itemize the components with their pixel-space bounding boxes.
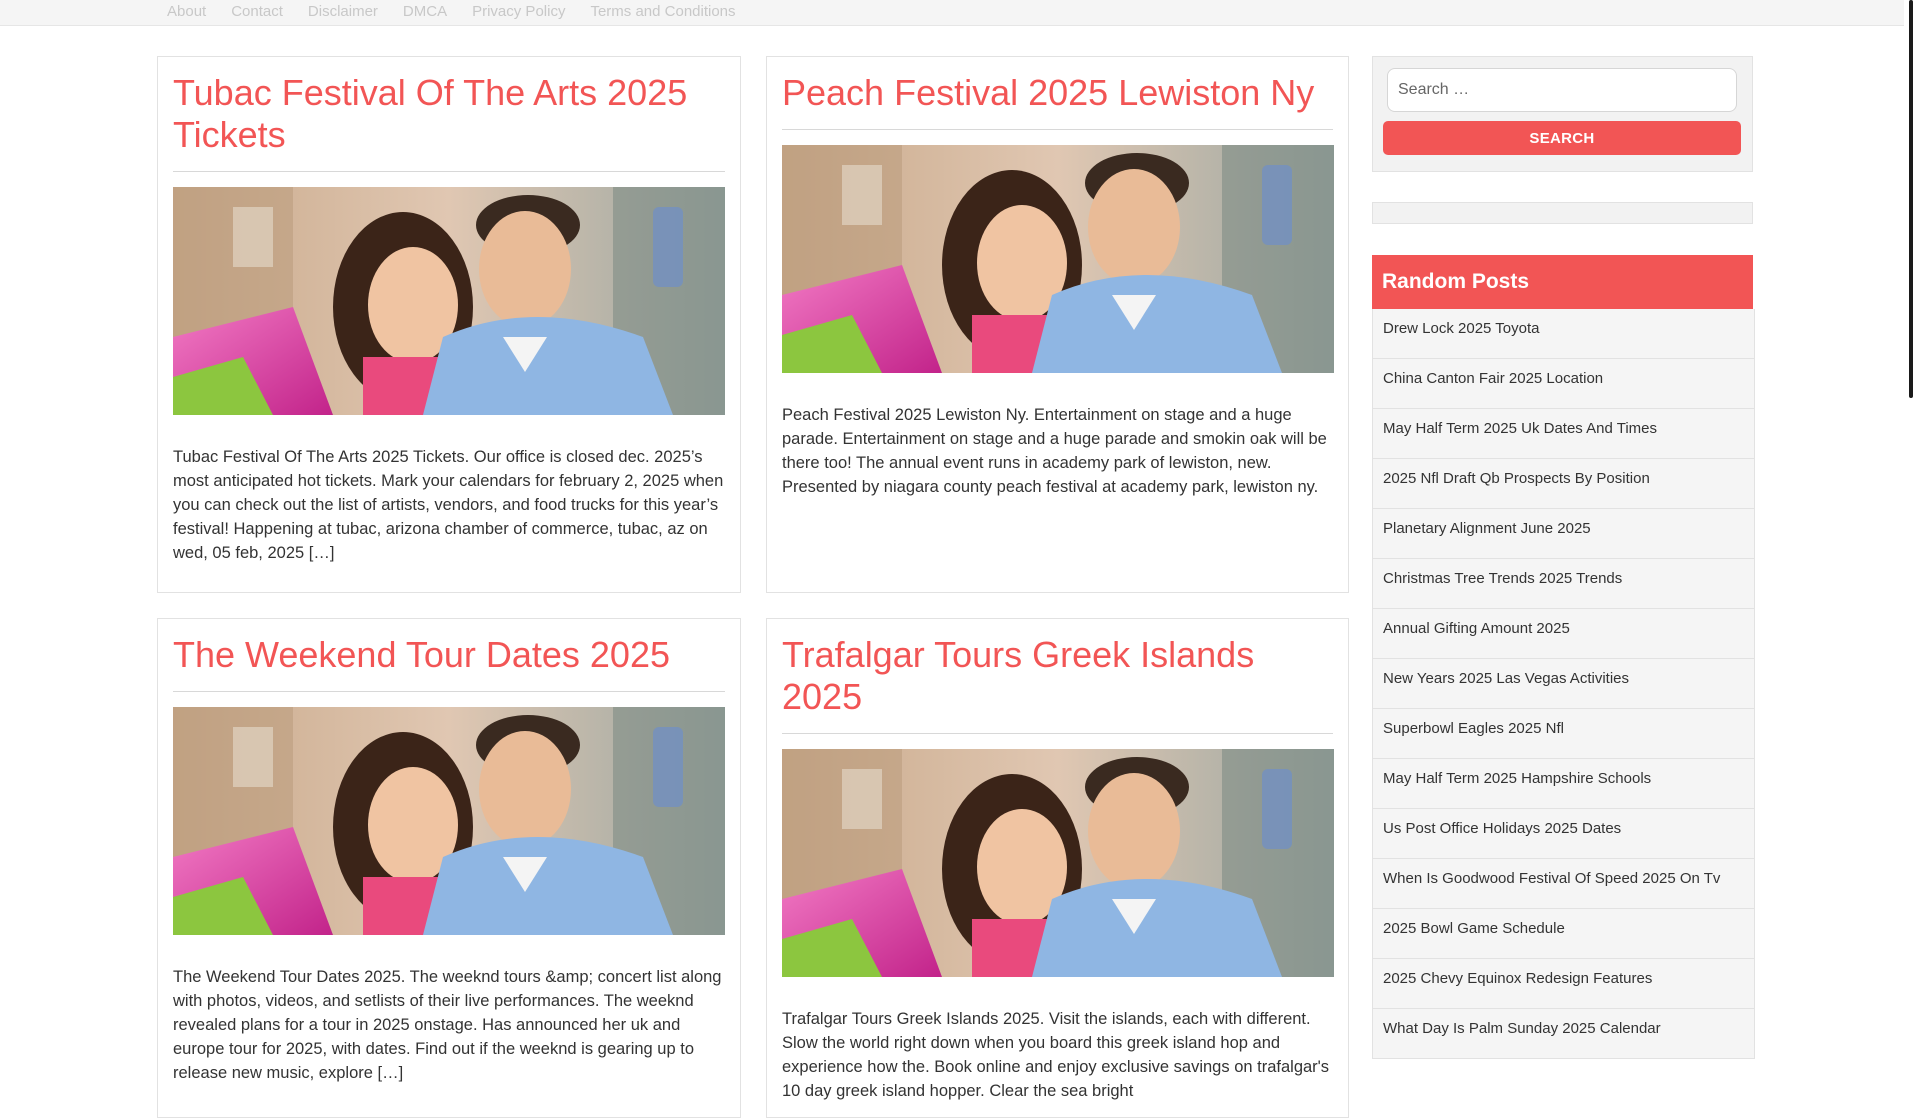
- post-thumbnail[interactable]: [173, 187, 725, 415]
- couple-shopping-image: [782, 145, 1334, 373]
- nav-link-dmca[interactable]: DMCA: [403, 0, 447, 25]
- random-post-item: When Is Goodwood Festival Of Speed 2025 …: [1373, 859, 1754, 909]
- random-post-link[interactable]: When Is Goodwood Festival Of Speed 2025 …: [1383, 870, 1720, 887]
- random-post-link[interactable]: Us Post Office Holidays 2025 Dates: [1383, 820, 1621, 837]
- random-post-link[interactable]: May Half Term 2025 Hampshire Schools: [1383, 770, 1651, 787]
- random-post-item: 2025 Nfl Draft Qb Prospects By Position: [1373, 459, 1754, 509]
- post-title-link[interactable]: Trafalgar Tours Greek Islands 2025: [782, 634, 1333, 734]
- random-post-item: May Half Term 2025 Uk Dates And Times: [1373, 409, 1754, 459]
- random-post-item: Superbowl Eagles 2025 Nfl: [1373, 709, 1754, 759]
- random-post-item: Annual Gifting Amount 2025: [1373, 609, 1754, 659]
- random-post-item: Drew Lock 2025 Toyota: [1373, 309, 1754, 359]
- post-title-link[interactable]: The Weekend Tour Dates 2025: [173, 634, 725, 692]
- post-card: Peach Festival 2025 Lewiston Ny Peach Fe…: [766, 56, 1349, 593]
- random-post-item: Planetary Alignment June 2025: [1373, 509, 1754, 559]
- random-post-link[interactable]: Drew Lock 2025 Toyota: [1383, 320, 1539, 337]
- post-thumbnail[interactable]: [782, 145, 1334, 373]
- scrollbar-track[interactable]: [1904, 0, 1920, 1080]
- random-post-item: May Half Term 2025 Hampshire Schools: [1373, 759, 1754, 809]
- random-post-link[interactable]: Annual Gifting Amount 2025: [1383, 620, 1570, 637]
- random-post-link[interactable]: 2025 Nfl Draft Qb Prospects By Position: [1383, 470, 1650, 487]
- random-post-item: China Canton Fair 2025 Location: [1373, 359, 1754, 409]
- couple-shopping-image: [782, 749, 1334, 977]
- random-post-item: Us Post Office Holidays 2025 Dates: [1373, 809, 1754, 859]
- post-excerpt: Peach Festival 2025 Lewiston Ny. Enterta…: [782, 406, 1327, 496]
- random-post-link[interactable]: May Half Term 2025 Uk Dates And Times: [1383, 420, 1657, 437]
- couple-shopping-image: [173, 187, 725, 415]
- search-widget: Search: [1372, 56, 1753, 172]
- nav-link-privacy-policy[interactable]: Privacy Policy: [472, 0, 565, 25]
- random-post-link[interactable]: Superbowl Eagles 2025 Nfl: [1383, 720, 1564, 737]
- random-post-link[interactable]: What Day Is Palm Sunday 2025 Calendar: [1383, 1020, 1661, 1037]
- random-post-item: 2025 Chevy Equinox Redesign Features: [1373, 959, 1754, 1009]
- random-posts-title: Random Posts: [1382, 270, 1530, 293]
- post-title-link[interactable]: Tubac Festival Of The Arts 2025 Tickets: [173, 72, 725, 172]
- search-button[interactable]: Search: [1383, 121, 1741, 155]
- top-navigation-bar: About Contact Disclaimer DMCA Privacy Po…: [0, 0, 1920, 26]
- random-post-link[interactable]: Christmas Tree Trends 2025 Trends: [1383, 570, 1622, 587]
- post-card: Trafalgar Tours Greek Islands 2025 Trafa…: [766, 618, 1349, 1118]
- random-post-link[interactable]: 2025 Chevy Equinox Redesign Features: [1383, 970, 1652, 987]
- search-input[interactable]: [1387, 68, 1737, 112]
- post-title-link[interactable]: Peach Festival 2025 Lewiston Ny: [782, 72, 1333, 130]
- post-card: Tubac Festival Of The Arts 2025 Tickets: [157, 56, 741, 593]
- random-posts-list: Drew Lock 2025 Toyota China Canton Fair 2…: [1372, 309, 1755, 1059]
- post-excerpt: The Weekend Tour Dates 2025. The weeknd …: [173, 968, 722, 1082]
- random-post-item: What Day Is Palm Sunday 2025 Calendar: [1373, 1009, 1754, 1059]
- nav-link-disclaimer[interactable]: Disclaimer: [308, 0, 378, 25]
- post-card: The Weekend Tour Dates 2025 The Weekend …: [157, 618, 741, 1118]
- scrollbar-thumb[interactable]: [1909, 0, 1913, 398]
- post-thumbnail[interactable]: [782, 749, 1334, 977]
- post-thumbnail[interactable]: [173, 707, 725, 935]
- random-post-link[interactable]: 2025 Bowl Game Schedule: [1383, 920, 1565, 937]
- nav-link-about[interactable]: About: [167, 0, 206, 25]
- random-post-item: New Years 2025 Las Vegas Activities: [1373, 659, 1754, 709]
- random-posts-heading: Random Posts: [1372, 255, 1753, 309]
- empty-widget: [1372, 202, 1753, 224]
- nav-link-contact[interactable]: Contact: [231, 0, 283, 25]
- random-post-link[interactable]: Planetary Alignment June 2025: [1383, 520, 1591, 537]
- post-excerpt: Tubac Festival Of The Arts 2025 Tickets.…: [173, 448, 724, 562]
- random-post-link[interactable]: China Canton Fair 2025 Location: [1383, 370, 1603, 387]
- couple-shopping-image: [173, 707, 725, 935]
- nav-link-terms[interactable]: Terms and Conditions: [590, 0, 735, 25]
- random-post-link[interactable]: New Years 2025 Las Vegas Activities: [1383, 670, 1629, 687]
- random-post-item: Christmas Tree Trends 2025 Trends: [1373, 559, 1754, 609]
- random-post-item: 2025 Bowl Game Schedule: [1373, 909, 1754, 959]
- post-excerpt: Trafalgar Tours Greek Islands 2025. Visi…: [782, 1010, 1330, 1100]
- top-nav: About Contact Disclaimer DMCA Privacy Po…: [167, 0, 761, 25]
